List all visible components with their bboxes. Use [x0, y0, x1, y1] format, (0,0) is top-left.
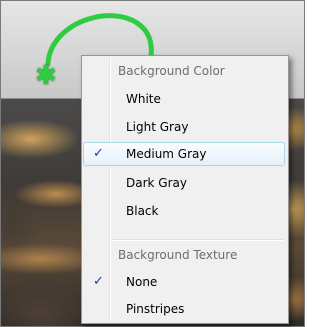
menu-item-label: Pinstripes — [126, 302, 185, 316]
menu-header-background-color: Background Color — [84, 59, 284, 83]
menu-item-light-gray[interactable]: Light Gray — [84, 115, 284, 139]
menu-header-label: Background Texture — [118, 248, 238, 262]
menu-item-label: None — [126, 275, 158, 289]
menu-item-label: White — [126, 92, 161, 106]
menu-item-black[interactable]: Black — [84, 199, 284, 223]
context-menu: Background Color White Light Gray ✓ Medi… — [81, 55, 289, 324]
menu-separator — [112, 239, 284, 241]
menu-item-medium-gray[interactable]: ✓ Medium Gray — [83, 142, 285, 166]
checkmark-icon: ✓ — [93, 274, 104, 289]
menu-item-label: Light Gray — [126, 120, 189, 134]
cursor-icon: ✱ — [35, 61, 57, 91]
menu-item-pinstripes[interactable]: Pinstripes — [84, 297, 284, 321]
menu-item-label: Dark Gray — [126, 176, 187, 190]
menu-header-background-texture: Background Texture — [84, 243, 284, 267]
menu-header-label: Background Color — [118, 64, 225, 78]
menu-item-white[interactable]: White — [84, 87, 284, 111]
menu-item-label: Black — [126, 204, 159, 218]
menu-item-none[interactable]: ✓ None — [84, 270, 284, 294]
checkmark-icon: ✓ — [93, 146, 104, 161]
menu-item-dark-gray[interactable]: Dark Gray — [84, 171, 284, 195]
menu-item-label: Medium Gray — [126, 147, 207, 161]
